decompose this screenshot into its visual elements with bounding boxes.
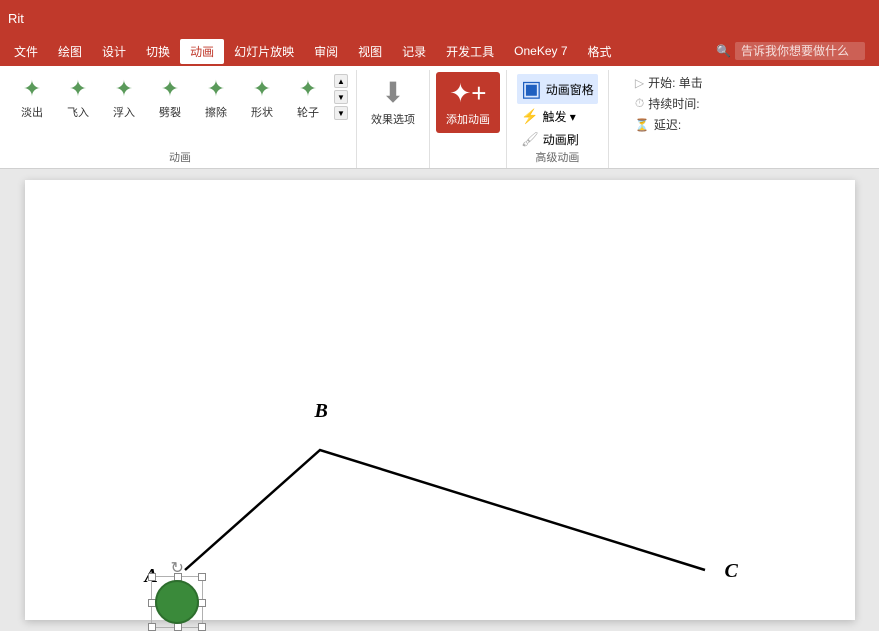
title-text: Rit <box>8 11 871 26</box>
label-b: B <box>315 400 328 423</box>
menu-onekey[interactable]: OneKey 7 <box>504 40 577 62</box>
adv-brush-btn[interactable]: 🖌 动画刷 <box>517 129 598 150</box>
addanim-items: ✦+ 添加动画 <box>436 72 500 168</box>
handle-tr[interactable] <box>198 573 206 581</box>
wheel-label: 轮子 <box>297 104 319 120</box>
anim-shape[interactable]: ✦ 形状 <box>240 72 284 124</box>
animation-scroll: ▲ ▼ ▼ <box>332 72 350 122</box>
timing-duration: ⏱ 持续时间: <box>635 95 703 112</box>
animation-items: ✦ 淡出 ✦ 飞入 ✦ 浮入 ✦ 劈裂 ✦ 擦除 ✦ 形状 <box>10 72 330 142</box>
fadeout-label: 淡出 <box>21 104 43 120</box>
effect-options-label: 效果选项 <box>371 111 415 127</box>
wheel-icon: ✦ <box>299 76 317 102</box>
menu-record[interactable]: 记录 <box>392 39 436 64</box>
pane-label: 动画窗格 <box>546 81 594 98</box>
anim-wheel[interactable]: ✦ 轮子 <box>286 72 330 124</box>
menu-file[interactable]: 文件 <box>4 39 48 64</box>
fadeout-icon: ✦ <box>23 76 41 102</box>
menu-developer[interactable]: 开发工具 <box>436 39 504 64</box>
menu-review[interactable]: 审阅 <box>304 39 348 64</box>
flyin-icon: ✦ <box>69 76 87 102</box>
slide-canvas[interactable]: A B C ↻ <box>25 180 855 620</box>
wipe-icon: ✦ <box>207 76 225 102</box>
green-circle[interactable] <box>155 580 199 624</box>
duration-icon: ⏱ <box>635 96 644 111</box>
start-label: 开始: 单击 <box>648 74 703 91</box>
handle-bl[interactable] <box>148 623 156 631</box>
menu-view[interactable]: 视图 <box>348 39 392 64</box>
pane-icon: ▣ <box>521 76 542 102</box>
timing-delay: ⏳ 延迟: <box>635 116 703 133</box>
split-icon: ✦ <box>161 76 179 102</box>
wipe-label: 擦除 <box>205 104 227 120</box>
ribbon-addanim-group: ✦+ 添加动画 <box>430 70 507 168</box>
ribbon-advanced-group: ▣ 动画窗格 ⚡ 触发 ▾ 🖌 动画刷 高级动画 <box>507 70 609 168</box>
adv-pane-btn[interactable]: ▣ 动画窗格 <box>517 74 598 104</box>
label-c: C <box>725 560 738 583</box>
handle-tl[interactable] <box>148 573 156 581</box>
ribbon-timing-group: ▷ 开始: 单击 ⏱ 持续时间: ⏳ 延迟: <box>609 70 729 168</box>
floatin-label: 浮入 <box>113 104 135 120</box>
handle-mr[interactable] <box>198 599 206 607</box>
menu-transition[interactable]: 切换 <box>136 39 180 64</box>
anim-flyin[interactable]: ✦ 飞入 <box>56 72 100 124</box>
anim-split[interactable]: ✦ 劈裂 <box>148 72 192 124</box>
delay-label: 延迟: <box>654 116 681 133</box>
anim-fadeout[interactable]: ✦ 淡出 <box>10 72 54 124</box>
anim-floatin[interactable]: ✦ 浮入 <box>102 72 146 124</box>
slide-content: A B C ↻ <box>25 180 855 620</box>
menu-draw[interactable]: 绘图 <box>48 39 92 64</box>
add-anim-icon: ✦+ <box>450 78 487 109</box>
animation-group-label: 动画 <box>4 149 356 165</box>
timing-start: ▷ 开始: 单击 <box>635 74 703 91</box>
anim-wipe[interactable]: ✦ 擦除 <box>194 72 238 124</box>
effect-options-icon: ⬇ <box>381 76 404 109</box>
floatin-icon: ✦ <box>115 76 133 102</box>
duration-label: 持续时间: <box>648 95 699 112</box>
handle-bm[interactable] <box>174 623 182 631</box>
slide-svg <box>25 180 855 620</box>
delay-icon: ⏳ <box>635 118 650 132</box>
timing-items: ▷ 开始: 单击 ⏱ 持续时间: ⏳ 延迟: <box>629 72 709 151</box>
effect-options-btn[interactable]: ⬇ 效果选项 <box>363 72 423 131</box>
menu-search[interactable]: 🔍 <box>706 38 875 64</box>
effect-items: ⬇ 效果选项 <box>363 72 423 168</box>
shape-icon: ✦ <box>253 76 271 102</box>
scroll-up[interactable]: ▲ <box>334 74 348 88</box>
add-anim-label: 添加动画 <box>446 111 490 127</box>
adv-trigger-btn[interactable]: ⚡ 触发 ▾ <box>517 106 598 127</box>
shape-label: 形状 <box>251 104 273 120</box>
menu-format[interactable]: 格式 <box>578 39 622 64</box>
flyin-label: 飞入 <box>67 104 89 120</box>
menu-animation[interactable]: 动画 <box>180 39 224 64</box>
split-label: 劈裂 <box>159 104 181 120</box>
start-icon: ▷ <box>635 76 644 90</box>
search-input[interactable] <box>735 42 865 60</box>
scroll-down[interactable]: ▼ <box>334 90 348 104</box>
brush-label: 动画刷 <box>543 131 579 148</box>
slide-area: A B C ↻ <box>0 169 879 631</box>
ribbon-effect-group: ⬇ 效果选项 <box>357 70 430 168</box>
brush-icon: 🖌 <box>521 131 539 148</box>
ribbon-animation-group: ✦ 淡出 ✦ 飞入 ✦ 浮入 ✦ 劈裂 ✦ 擦除 ✦ 形状 <box>4 70 357 168</box>
title-bar: Rit <box>0 0 879 36</box>
menu-bar: 文件 绘图 设计 切换 动画 幻灯片放映 审阅 视图 记录 开发工具 OneKe… <box>0 36 879 66</box>
menu-slideshow[interactable]: 幻灯片放映 <box>224 39 304 64</box>
scroll-expand[interactable]: ▼ <box>334 106 348 120</box>
ribbon: ✦ 淡出 ✦ 飞入 ✦ 浮入 ✦ 劈裂 ✦ 擦除 ✦ 形状 <box>0 66 879 169</box>
advanced-group-label: 高级动画 <box>507 149 608 165</box>
menu-design[interactable]: 设计 <box>92 39 136 64</box>
handle-br[interactable] <box>198 623 206 631</box>
trigger-label: 触发 ▾ <box>542 108 575 125</box>
trigger-icon: ⚡ <box>521 108 538 125</box>
add-animation-btn[interactable]: ✦+ 添加动画 <box>436 72 500 133</box>
